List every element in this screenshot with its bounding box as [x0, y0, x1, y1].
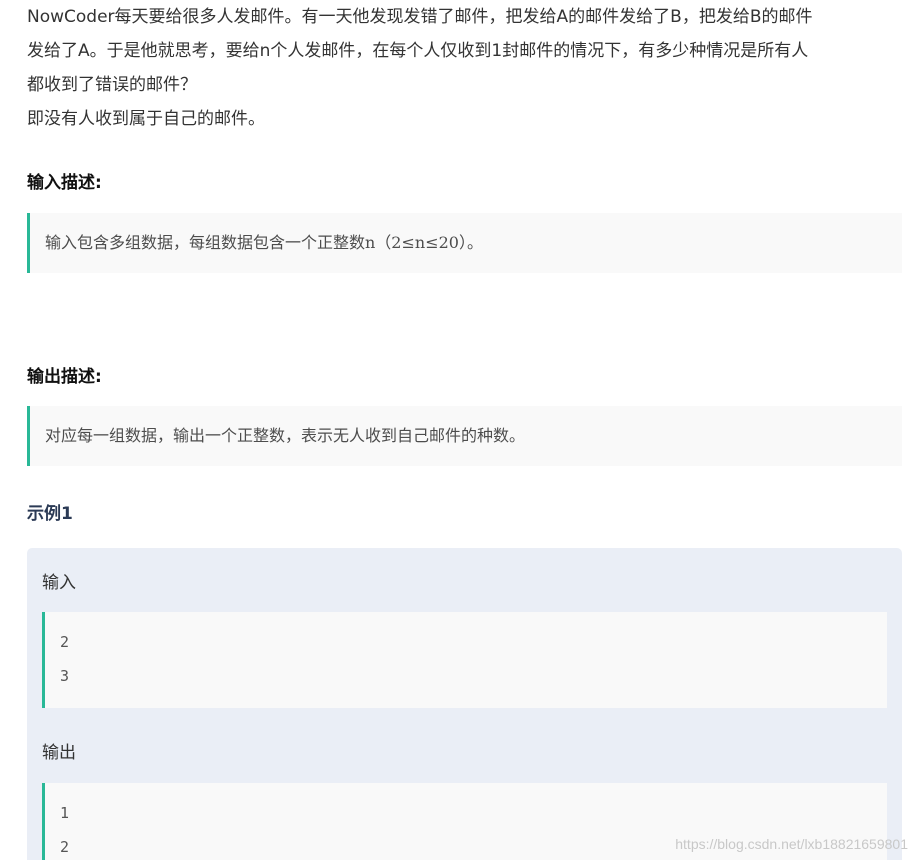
output-description-heading: 输出描述:: [27, 367, 102, 387]
problem-description: NowCoder每天要给很多人发邮件。有一天他发现发错了邮件，把发给A的邮件发给…: [27, 0, 902, 136]
code-line: 2: [60, 633, 70, 651]
code-line: 1: [60, 804, 70, 822]
example-input-label: 输入: [42, 573, 76, 593]
example-panel: 输入 2 3 输出 1 2: [27, 548, 902, 860]
problem-content: NowCoder每天要给很多人发邮件。有一天他发现发错了邮件，把发给A的邮件发给…: [27, 0, 902, 860]
example-input-code[interactable]: 2 3: [42, 612, 887, 708]
description-line: 即没有人收到属于自己的邮件。: [27, 109, 265, 129]
input-description-heading: 输入描述:: [27, 173, 102, 193]
watermark: https://blog.csdn.net/lxb18821659801: [675, 836, 908, 852]
input-description-block: 输入包含多组数据，每组数据包含一个正整数n（2≤n≤20）。: [27, 213, 902, 273]
description-line: NowCoder每天要给很多人发邮件。有一天他发现发错了邮件，把发给A的邮件发给…: [27, 7, 813, 27]
output-description-block: 对应每一组数据，输出一个正整数，表示无人收到自己邮件的种数。: [27, 406, 902, 466]
description-line: 都收到了错误的邮件？: [27, 75, 197, 95]
example-output-label: 输出: [42, 743, 76, 763]
code-line: 3: [60, 667, 70, 685]
description-line: 发给了A。于是他就思考，要给n个人发邮件，在每个人仅收到1封邮件的情况下，有多少…: [27, 41, 809, 61]
example-heading: 示例1: [27, 504, 73, 524]
